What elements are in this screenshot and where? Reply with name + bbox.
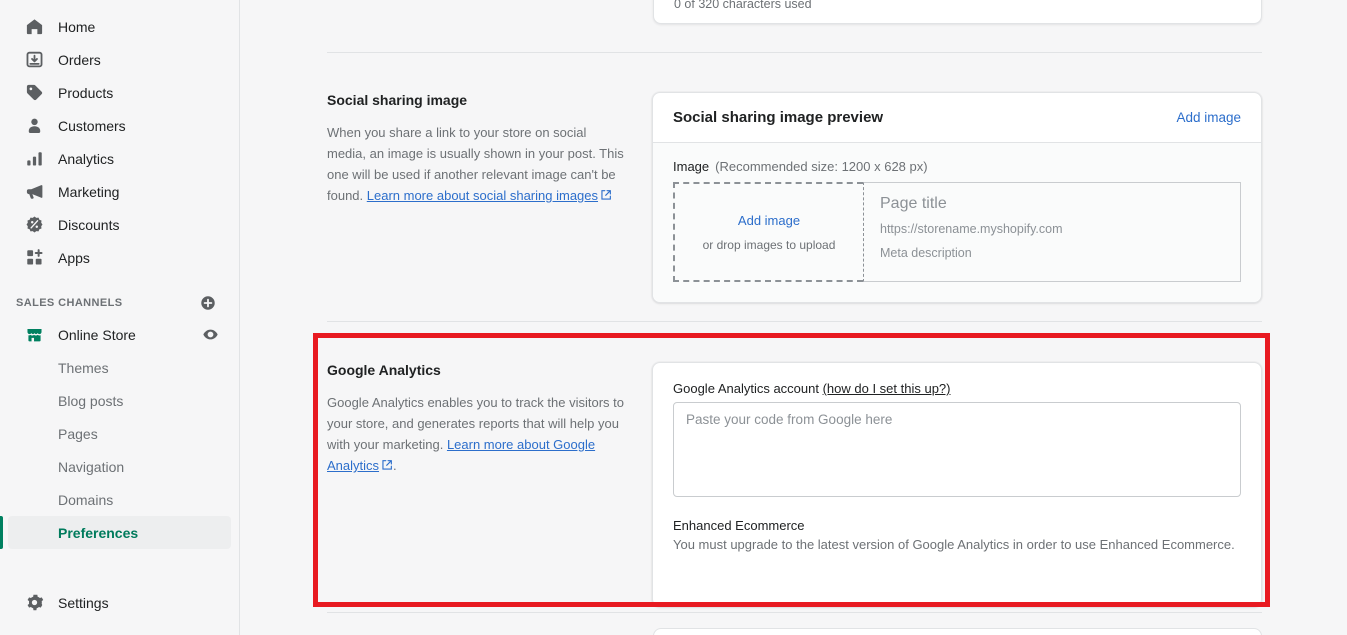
sidebar-item-label: Navigation — [58, 458, 125, 475]
sidebar-item-customers[interactable]: Customers — [8, 109, 231, 142]
sidebar-item-discounts[interactable]: Discounts — [8, 208, 231, 241]
sales-channels-label: SALES CHANNELS — [16, 297, 123, 309]
sidebar-item-label: Customers — [58, 117, 126, 134]
sidebar-item-label: Themes — [58, 359, 109, 376]
image-size-hint: (Recommended size: 1200 x 628 px) — [715, 159, 928, 174]
preview-card-body: Image (Recommended size: 1200 x 628 px) A… — [653, 143, 1261, 302]
sidebar-item-settings[interactable]: Settings — [8, 586, 231, 619]
sidebar-item-label: Discounts — [58, 216, 120, 233]
character-count: 0 of 320 characters used — [674, 0, 812, 11]
next-section-card-partial — [653, 628, 1262, 635]
google-analytics-account-label: Google Analytics account — [673, 381, 823, 396]
sidebar-item-blog-posts[interactable]: Blog posts — [8, 384, 231, 417]
sidebar-item-label: Orders — [58, 51, 101, 68]
settings-row: Settings — [0, 586, 239, 619]
section-divider-top — [327, 52, 1262, 53]
sidebar-item-label: Online Store — [58, 326, 136, 343]
sidebar-item-domains[interactable]: Domains — [8, 483, 231, 516]
google-analytics-form-column: Google Analytics account (how do I set t… — [652, 362, 1262, 607]
sidebar-item-products[interactable]: Products — [8, 76, 231, 109]
sidebar-item-label: Products — [58, 84, 114, 101]
external-link-icon — [381, 456, 393, 477]
section-divider-google-analytics — [327, 321, 1262, 322]
sidebar-item-label: Settings — [58, 594, 109, 611]
meta-description-card-partial: 0 of 320 characters used — [653, 0, 1262, 24]
social-sharing-title: Social sharing image — [327, 92, 468, 108]
google-analytics-text-column: Google Analytics Google Analytics enable… — [327, 362, 652, 477]
sidebar-item-label: Apps — [58, 249, 90, 266]
google-analytics-account-label-row: Google Analytics account (how do I set t… — [673, 381, 1241, 396]
social-sharing-text-column: Social sharing image When you share a li… — [327, 92, 652, 207]
analytics-bars-icon — [24, 149, 44, 169]
enhanced-ecommerce-title: Enhanced Ecommerce — [673, 518, 805, 533]
preview-card-header: Social sharing image preview Add image — [653, 93, 1261, 143]
google-analytics-card: Google Analytics account (how do I set t… — [652, 362, 1262, 607]
image-preview-wrapper: Add image or drop images to upload Page … — [673, 182, 1241, 282]
dropzone-add-image-link[interactable]: Add image — [738, 213, 800, 228]
sidebar-item-label: Preferences — [58, 524, 139, 541]
eye-icon[interactable] — [201, 326, 219, 344]
sidebar-item-home[interactable]: Home — [8, 10, 231, 43]
sidebar-item-themes[interactable]: Themes — [8, 351, 231, 384]
preview-url: https://storename.myshopify.com — [880, 222, 1063, 236]
sidebar-item-analytics[interactable]: Analytics — [8, 142, 231, 175]
external-link-icon — [600, 186, 612, 207]
sidebar-item-label: Pages — [58, 425, 98, 442]
sidebar-item-apps[interactable]: Apps — [8, 241, 231, 274]
image-label-row: Image (Recommended size: 1200 x 628 px) — [673, 159, 1241, 174]
image-label: Image — [673, 159, 710, 174]
home-icon — [24, 17, 44, 37]
add-image-link[interactable]: Add image — [1176, 110, 1241, 125]
marketing-megaphone-icon — [24, 182, 44, 202]
main-content-area: 0 of 320 characters used Social sharing … — [240, 0, 1347, 635]
sidebar-item-pages[interactable]: Pages — [8, 417, 231, 450]
sidebar-item-marketing[interactable]: Marketing — [8, 175, 231, 208]
preview-meta-description: Meta description — [880, 246, 972, 260]
social-sharing-learn-more-link[interactable]: Learn more about social sharing images — [367, 188, 598, 203]
preview-page-title: Page title — [880, 195, 947, 212]
apps-grid-plus-icon — [24, 248, 44, 268]
sidebar-item-navigation[interactable]: Navigation — [8, 450, 231, 483]
section-divider-bottom — [327, 612, 1262, 613]
storefront-icon — [24, 325, 44, 345]
google-analytics-description: Google Analytics enables you to track th… — [327, 392, 628, 477]
preview-meta-panel: Page title https://storename.myshopify.c… — [863, 182, 1241, 282]
enhanced-ecommerce-description: You must upgrade to the latest version o… — [673, 537, 1235, 552]
sidebar-item-online-store[interactable]: Online Store — [8, 318, 231, 351]
gear-icon — [24, 593, 44, 613]
preview-card-title: Social sharing image preview — [673, 109, 884, 126]
google-analytics-description-end: . — [393, 458, 397, 473]
image-dropzone[interactable]: Add image or drop images to upload — [673, 182, 863, 282]
dropzone-hint: or drop images to upload — [702, 237, 836, 252]
social-sharing-preview-card: Social sharing image preview Add image I… — [652, 92, 1262, 303]
social-sharing-description: When you share a link to your store on s… — [327, 122, 628, 207]
customers-person-icon — [24, 116, 44, 136]
google-analytics-code-textarea[interactable] — [673, 402, 1241, 497]
sidebar-item-label: Domains — [58, 491, 114, 508]
google-analytics-title: Google Analytics — [327, 362, 441, 378]
products-tag-icon — [24, 83, 44, 103]
plus-circle-icon[interactable] — [199, 294, 217, 312]
google-analytics-card-body: Google Analytics account (how do I set t… — [653, 363, 1261, 575]
orders-icon — [24, 50, 44, 70]
sidebar-item-preferences[interactable]: Preferences — [0, 516, 231, 549]
sidebar-item-label: Blog posts — [58, 392, 124, 409]
sidebar-item-label: Marketing — [58, 183, 120, 200]
social-sharing-section: Social sharing image When you share a li… — [327, 92, 1262, 303]
google-analytics-section: Google Analytics Google Analytics enable… — [327, 362, 1262, 607]
how-do-i-set-this-up-link[interactable]: (how do I set this up?) — [823, 381, 951, 396]
sales-channels-section-header: SALES CHANNELS — [0, 288, 239, 318]
sidebar-item-orders[interactable]: Orders — [8, 43, 231, 76]
social-sharing-preview-column: Social sharing image preview Add image I… — [652, 92, 1262, 303]
sidebar-item-label: Home — [58, 18, 96, 35]
discounts-percent-icon — [24, 215, 44, 235]
primary-sidebar: Home Orders Products Customers Analytics — [0, 0, 240, 635]
app-window: Home Orders Products Customers Analytics — [0, 0, 1347, 635]
sidebar-item-label: Analytics — [58, 150, 115, 167]
